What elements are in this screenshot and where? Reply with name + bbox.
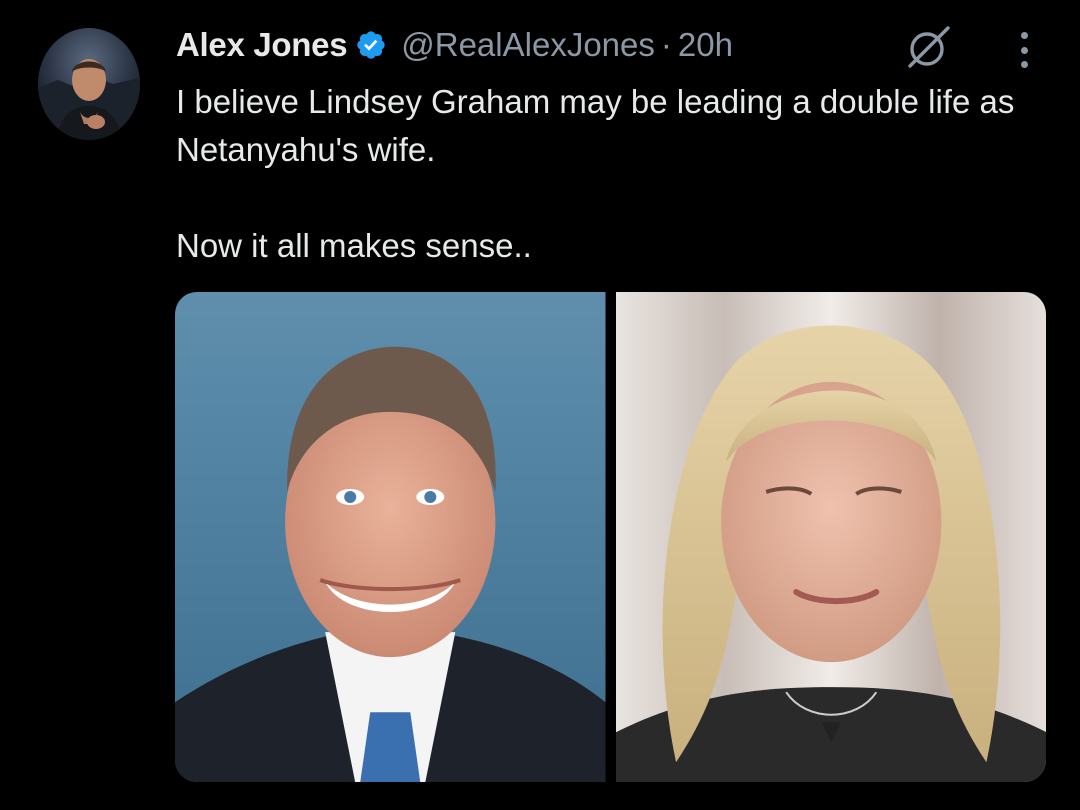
tweet-header: Alex Jones @RealAlexJones · 20h [176, 20, 733, 70]
verified-badge-icon[interactable] [355, 29, 387, 61]
grok-icon[interactable] [904, 22, 954, 72]
header-separator: · [660, 26, 672, 63]
author-avatar[interactable] [38, 28, 140, 140]
tweet-photo[interactable] [175, 292, 606, 782]
author-display-name[interactable]: Alex Jones [176, 26, 348, 64]
tweet-text: I believe Lindsey Graham may be leading … [176, 78, 1046, 270]
tweet-paragraph: I believe Lindsey Graham may be leading … [176, 83, 1015, 168]
tweet-photo[interactable] [615, 292, 1046, 782]
tweet-paragraph: Now it all makes sense.. [176, 227, 532, 264]
tweet-media-grid [175, 292, 1046, 782]
more-options-icon[interactable] [1006, 28, 1042, 72]
tweet-timestamp[interactable]: 20h [678, 26, 733, 64]
tweet[interactable]: Alex Jones @RealAlexJones · 20h I believ… [0, 0, 1080, 810]
author-handle[interactable]: @RealAlexJones [401, 26, 655, 64]
